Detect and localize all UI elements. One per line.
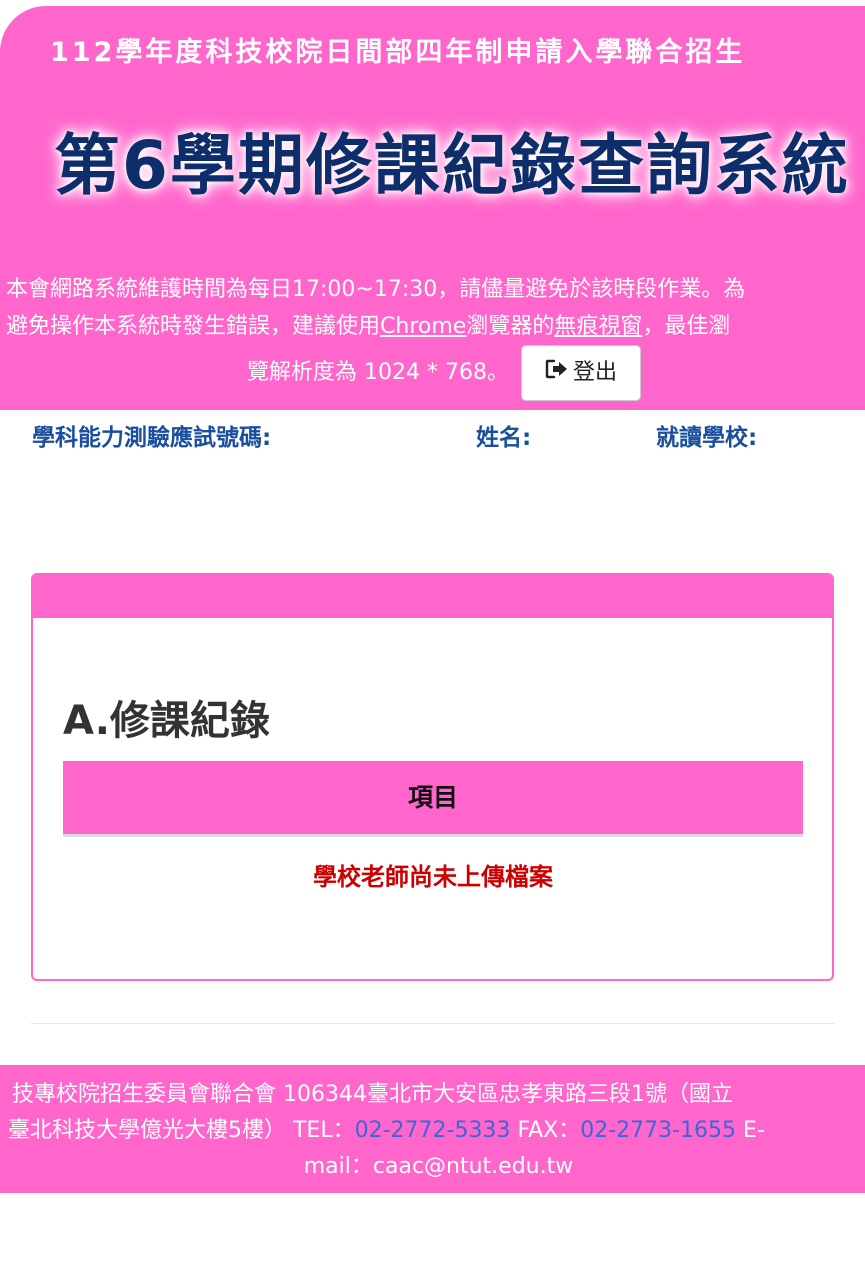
fax-link[interactable]: 02-2773-1655 [580, 1118, 736, 1143]
chrome-link[interactable]: Chrome [380, 314, 466, 339]
notice-line-2: 避免操作本系統時發生錯誤，建議使用Chrome瀏覽器的無痕視窗，最佳瀏 [6, 308, 862, 345]
logout-button[interactable]: 登出 [520, 345, 641, 401]
footer-text: E- [736, 1118, 765, 1143]
header-subtitle: 112學年度科技校院日間部四年制申請入學聯合招生 [50, 37, 746, 68]
footer-contact-line: 臺北科技大學億光大樓5樓） TEL：02-2772-5333 FAX：02-27… [8, 1113, 765, 1149]
notice-text: 瀏覽器的 [466, 314, 555, 339]
exam-number-label: 學科能力測驗應試號碼: [32, 425, 272, 451]
section-title: A.修課紀錄 [63, 698, 270, 744]
notice-line-3: 覽解析度為 1024 * 768。 登出 [6, 345, 862, 401]
maintenance-notice: 本會網路系統維護時間為每日17:00~17:30，請儘量避免於該時段作業。為 避… [6, 271, 862, 401]
page-footer: 技專校院招生委員會聯合會 106344臺北市大安區忠孝東路三段1號（國立 臺北科… [0, 1065, 865, 1193]
footer-email-line: mail：caac@ntut.edu.tw [303, 1154, 574, 1179]
name-label: 姓名: [476, 425, 532, 451]
notice-text: 避免操作本系統時發生錯誤，建議使用 [6, 314, 381, 339]
page-header: 112學年度科技校院日間部四年制申請入學聯合招生 第6學期修課紀錄查詢系統 本會… [0, 6, 865, 410]
footer-divider [31, 1023, 834, 1024]
footer-text: 臺北科技大學億光大樓5樓） TEL： [8, 1118, 355, 1143]
logout-label: 登出 [572, 360, 617, 385]
incognito-link[interactable]: 無痕視窗 [554, 314, 642, 339]
logout-icon [545, 346, 569, 400]
notice-text: 覽解析度為 1024 * 768。 [247, 360, 509, 385]
card-header [33, 575, 832, 618]
page-title: 第6學期修課紀錄查詢系統 [54, 127, 850, 204]
table-header-item: 項目 [63, 761, 803, 837]
notice-text: ，最佳瀏 [642, 314, 731, 339]
empty-message: 學校老師尚未上傳檔案 [313, 863, 553, 891]
course-record-card: A.修課紀錄 項目 學校老師尚未上傳檔案 [31, 573, 834, 981]
tel-link[interactable]: 02-2772-5333 [355, 1118, 511, 1143]
school-label: 就讀學校: [656, 425, 758, 451]
footer-text: FAX： [510, 1118, 581, 1143]
footer-address-line: 技專校院招生委員會聯合會 106344臺北市大安區忠孝東路三段1號（國立 [12, 1082, 733, 1107]
student-info-row: 學科能力測驗應試號碼: 姓名: 就讀學校: [0, 414, 865, 454]
notice-line-1: 本會網路系統維護時間為每日17:00~17:30，請儘量避免於該時段作業。為 [6, 277, 746, 302]
